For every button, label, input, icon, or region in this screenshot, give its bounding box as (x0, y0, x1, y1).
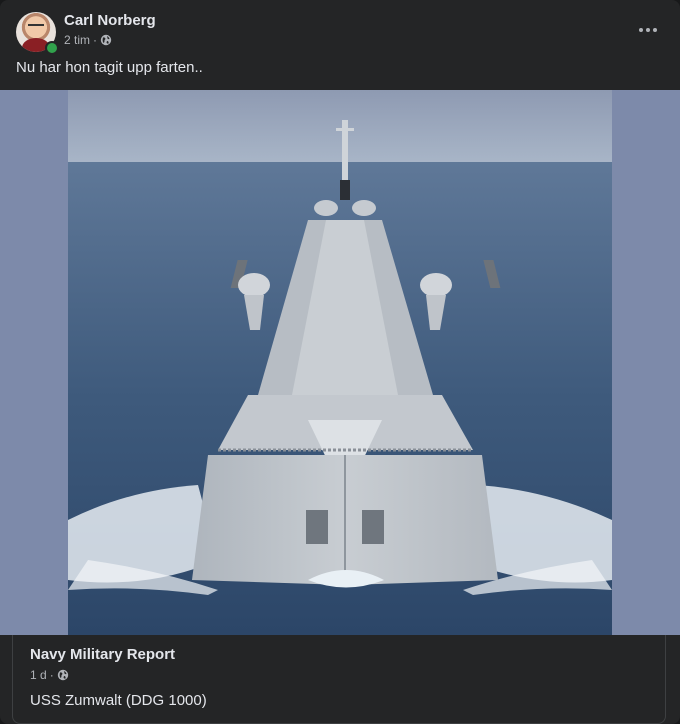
shared-meta: 1 d · (30, 668, 69, 682)
more-options-icon[interactable] (632, 14, 664, 46)
post-caption: Nu har hon tagit upp farten.. (16, 59, 203, 76)
globe-icon[interactable] (57, 669, 69, 681)
meta-separator: · (49, 668, 54, 682)
shared-post-attachment[interactable]: Navy Military Report 1 d · USS Zumwalt (… (12, 635, 666, 724)
post-timestamp[interactable]: 2 tim (64, 33, 90, 47)
post-photo[interactable] (0, 90, 680, 635)
online-status-dot (45, 41, 59, 55)
post-meta: 2 tim · (64, 33, 112, 47)
dot (639, 28, 643, 32)
shared-author-name[interactable]: Navy Military Report (30, 646, 175, 663)
post-header: Carl Norberg 2 tim · (16, 12, 664, 56)
meta-separator: · (93, 33, 98, 47)
globe-icon[interactable] (100, 34, 112, 46)
ship-photo (68, 90, 612, 635)
dot (653, 28, 657, 32)
shared-post-text: USS Zumwalt (DDG 1000) (30, 692, 207, 709)
shared-timestamp[interactable]: 1 d (30, 668, 47, 682)
post-card: Carl Norberg 2 tim · Nu har hon tagit up… (0, 0, 680, 724)
author-name[interactable]: Carl Norberg (64, 12, 156, 29)
avatar-glasses (28, 24, 44, 31)
dot (646, 28, 650, 32)
